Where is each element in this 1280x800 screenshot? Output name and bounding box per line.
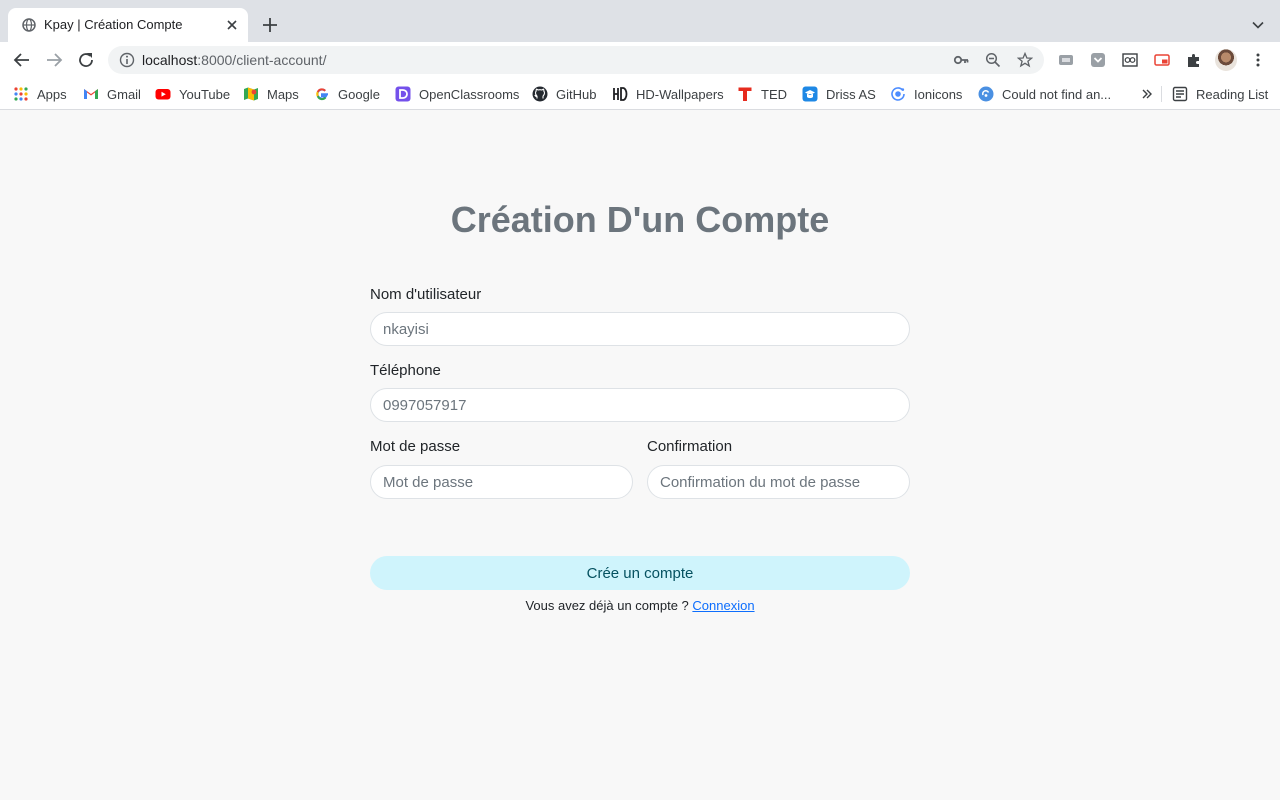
hd-icon [613, 87, 628, 101]
chevron-down-icon[interactable] [1251, 18, 1265, 32]
tab-title: Kpay | Création Compte [44, 17, 183, 32]
bookmark-youtube[interactable]: YouTube [155, 86, 230, 102]
tab-strip: Kpay | Création Compte [0, 0, 1280, 42]
bookmark-hd-wallpapers[interactable]: HD-Wallpapers [612, 86, 724, 102]
reading-list-icon [1172, 86, 1188, 102]
page-title: Création D'un Compte [450, 199, 830, 240]
bookmark-openclassrooms[interactable]: OpenClassrooms [395, 86, 519, 102]
apps-grid-icon [14, 87, 28, 101]
reading-list-label: Reading List [1196, 86, 1269, 102]
bookmark-label: Ionicons [914, 86, 963, 102]
bookmark-label: Maps [267, 86, 299, 102]
chevron-double-right-icon[interactable] [1141, 86, 1153, 102]
bookmark-github[interactable]: GitHub [532, 86, 596, 102]
page-content: Création D'un Compte Nom d'utilisateur T… [0, 111, 1280, 800]
picture-in-picture-icon[interactable] [1154, 52, 1170, 68]
puzzle-extensions-icon[interactable] [1186, 52, 1202, 68]
url-text[interactable]: localhost:8000/client-account/ [142, 52, 326, 68]
key-icon[interactable] [953, 52, 969, 68]
extension-keyboard-icon[interactable] [1058, 52, 1074, 68]
globe-icon [22, 18, 36, 32]
bookmark-separator [1161, 86, 1162, 102]
ionicons-icon [891, 87, 905, 101]
password-input[interactable] [370, 465, 633, 499]
bookmark-google[interactable]: Google [314, 86, 380, 102]
extension-pocket-icon[interactable] [1090, 52, 1106, 68]
driss-icon [802, 86, 818, 102]
bookmark-apps[interactable]: Apps [13, 86, 67, 102]
web-icon [978, 86, 994, 102]
star-icon[interactable] [1017, 52, 1033, 68]
bookmark-label: TED [761, 86, 787, 102]
reading-list-button[interactable]: Reading List [1172, 86, 1268, 102]
address-bar[interactable]: localhost:8000/client-account/ [108, 46, 1044, 74]
bookmark-ted[interactable]: TED [737, 86, 787, 102]
bookmark-maps[interactable]: Maps [243, 86, 299, 102]
info-icon[interactable] [119, 52, 135, 68]
reload-icon[interactable] [77, 51, 95, 69]
username-input[interactable] [370, 312, 910, 346]
browser-toolbar: localhost:8000/client-account/ [0, 42, 1280, 78]
profile-avatar[interactable] [1215, 49, 1237, 71]
bookmark-label: Google [338, 86, 380, 102]
forward-arrow-icon[interactable] [45, 51, 63, 69]
bookmark-label: GitHub [556, 86, 597, 102]
url-host: localhost [142, 52, 198, 68]
close-icon[interactable] [224, 17, 240, 33]
login-prompt-text: Vous avez déjà un compte ? [525, 598, 693, 613]
confirm-label: Confirmation [647, 438, 733, 455]
bookmark-could-not-find[interactable]: Could not find an... [978, 86, 1111, 102]
url-path: :8000/client-account/ [197, 52, 327, 68]
create-account-button[interactable]: Crée un compte [370, 556, 910, 590]
password-label: Mot de passe [370, 438, 461, 455]
openclassrooms-icon [395, 86, 411, 102]
maps-icon [244, 87, 258, 101]
bookmark-driss-as[interactable]: Driss AS [802, 86, 876, 102]
google-icon [316, 88, 328, 101]
gmail-icon [84, 89, 98, 99]
bookmark-label: HD-Wallpapers [636, 86, 724, 102]
youtube-icon [155, 89, 171, 100]
confirm-password-input[interactable] [647, 465, 910, 499]
ted-icon [738, 87, 752, 101]
login-link[interactable]: Connexion [692, 598, 754, 613]
login-prompt: Vous avez déjà un compte ? Connexion [0, 598, 1280, 613]
bookmark-label: YouTube [179, 86, 231, 102]
browser-tab[interactable]: Kpay | Création Compte [8, 8, 248, 42]
bookmark-ionicons[interactable]: Ionicons [890, 86, 962, 102]
bookmark-label: Could not find an... [1002, 86, 1112, 102]
bookmarks-bar: Apps Gmail YouTube Maps Google OpenClass… [0, 78, 1280, 110]
bookmark-gmail[interactable]: Gmail [83, 86, 141, 102]
back-arrow-icon[interactable] [13, 51, 31, 69]
more-menu-icon[interactable] [1250, 52, 1266, 68]
zoom-out-icon[interactable] [985, 52, 1001, 68]
bookmark-label: Apps [37, 86, 67, 102]
extension-reader-icon[interactable] [1122, 52, 1138, 68]
phone-label: Téléphone [370, 362, 441, 379]
phone-input[interactable] [370, 388, 910, 422]
bookmark-label: Driss AS [826, 86, 876, 102]
bookmark-label: Gmail [107, 86, 141, 102]
username-label: Nom d'utilisateur [370, 286, 482, 303]
new-tab-plus-icon[interactable] [261, 16, 279, 34]
bookmark-label: OpenClassrooms [419, 86, 520, 102]
github-icon [532, 86, 548, 102]
